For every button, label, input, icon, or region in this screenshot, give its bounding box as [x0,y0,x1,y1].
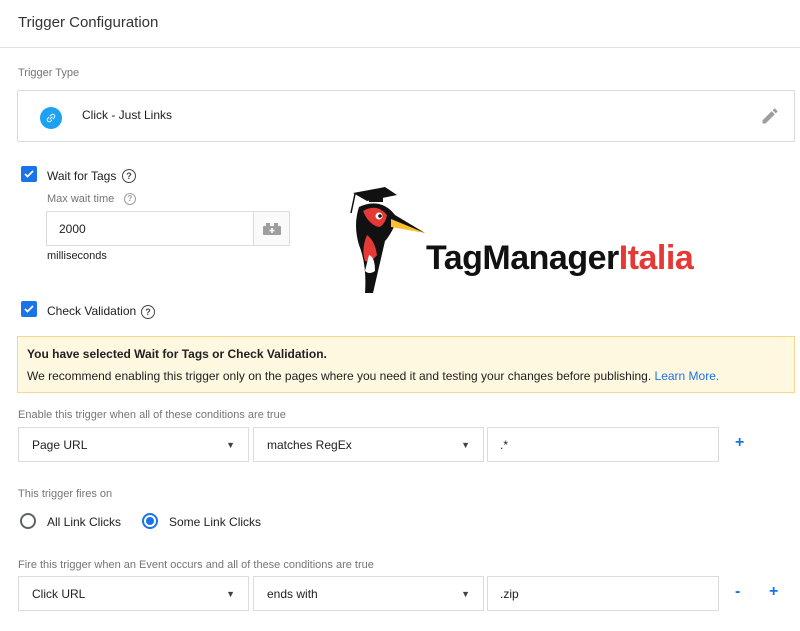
all-link-clicks-radio[interactable] [20,513,36,529]
logo-text-tagmanager: TagManager [426,239,619,277]
some-link-clicks-label: Some Link Clicks [169,515,262,529]
max-wait-label: Max wait time [47,193,115,205]
fire-value-input[interactable]: .zip [487,576,719,611]
add-condition-button[interactable]: + [735,434,744,452]
learn-more-link[interactable]: Learn More. [655,369,720,383]
lego-block-icon [262,222,281,235]
enable-conditions-label: Enable this trigger when all of these co… [18,409,286,421]
trigger-type-card[interactable]: Click - Just Links [17,90,795,142]
remove-condition-button[interactable]: - [735,583,740,601]
check-icon [24,170,34,178]
fire-conditions-label: Fire this trigger when an Event occurs a… [18,559,374,571]
check-validation-label: Check Validation [47,304,137,318]
wait-for-tags-label: Wait for Tags [47,169,117,183]
fire-value: .zip [500,586,519,601]
validation-warning-banner: You have selected Wait for Tags or Check… [17,336,795,393]
add-condition-button[interactable]: + [769,583,778,601]
fire-operator-value: ends with [267,586,318,601]
dropdown-arrow-icon: ▼ [226,588,235,599]
variable-picker-button[interactable] [253,211,290,246]
pencil-icon[interactable] [760,106,780,126]
trigger-type-label: Trigger Type [18,67,80,79]
max-wait-input[interactable]: 2000 [46,211,254,246]
page-title: Trigger Configuration [18,14,159,31]
max-wait-value: 2000 [59,221,86,236]
logo-text-italia: Italia [618,239,694,277]
enable-operator-select[interactable]: matches RegEx ▼ [253,427,484,462]
enable-value: .* [500,437,509,452]
woodpecker-logo-icon [345,185,425,295]
milliseconds-label: milliseconds [47,250,107,262]
all-link-clicks-label: All Link Clicks [47,515,122,529]
link-icon [40,107,62,129]
enable-variable-select[interactable]: Page URL ▼ [18,427,249,462]
wait-for-tags-checkbox[interactable] [21,166,37,182]
alert-title: You have selected Wait for Tags or Check… [27,347,327,361]
dropdown-arrow-icon: ▼ [461,439,470,450]
help-icon[interactable]: ? [124,193,136,205]
dropdown-arrow-icon: ▼ [226,439,235,450]
fire-variable-select[interactable]: Click URL ▼ [18,576,249,611]
help-icon[interactable]: ? [122,169,136,183]
enable-operator-value: matches RegEx [267,437,352,452]
fires-on-label: This trigger fires on [18,488,113,500]
help-icon[interactable]: ? [141,305,155,319]
trigger-type-value: Click - Just Links [82,108,173,122]
alert-body: We recommend enabling this trigger only … [27,369,785,383]
check-icon [24,305,34,313]
enable-variable-value: Page URL [32,437,88,452]
enable-value-input[interactable]: .* [487,427,719,462]
tagmanageritalia-logo: TagManagerItalia [426,238,694,278]
alert-text: We recommend enabling this trigger only … [27,369,652,383]
some-link-clicks-radio[interactable] [142,513,158,529]
dropdown-arrow-icon: ▼ [461,588,470,599]
fire-operator-select[interactable]: ends with ▼ [253,576,484,611]
fire-variable-value: Click URL [32,586,86,601]
header-divider [0,47,800,48]
check-validation-checkbox[interactable] [21,301,37,317]
